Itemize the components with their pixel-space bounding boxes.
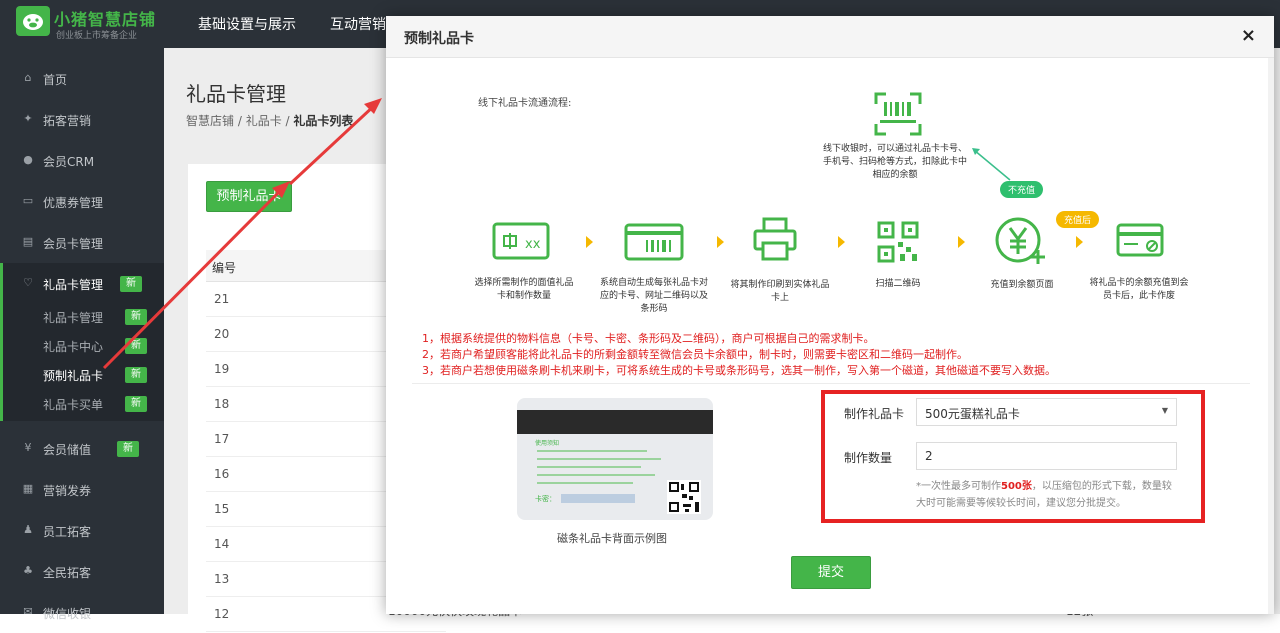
annotation-arrows xyxy=(102,98,382,370)
